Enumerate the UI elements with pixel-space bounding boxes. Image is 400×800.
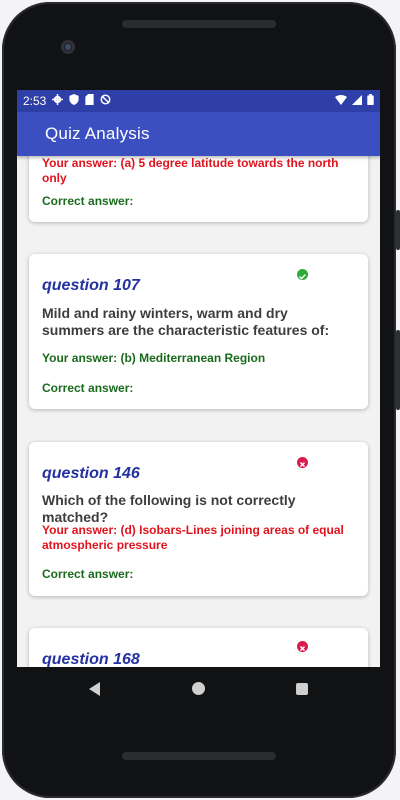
question-number: question 107	[42, 277, 140, 294]
check-circle-icon	[297, 269, 308, 280]
signal-icon	[352, 94, 362, 108]
top-speaker	[122, 20, 276, 28]
battery-icon	[367, 94, 374, 108]
recents-button[interactable]	[296, 683, 308, 695]
status-right-icons	[335, 94, 374, 108]
status-bar: 2:53	[17, 90, 380, 112]
question-card: Your answer: (a) 5 degree latitude towar…	[29, 156, 368, 222]
app-bar: Quiz Analysis	[17, 112, 380, 156]
quiz-list[interactable]: Your answer: (a) 5 degree latitude towar…	[17, 156, 380, 667]
app-title: Quiz Analysis	[45, 124, 150, 143]
wifi-icon	[335, 94, 347, 108]
status-time: 2:53	[23, 94, 47, 108]
sync-off-icon	[100, 94, 111, 108]
power-button	[396, 330, 400, 410]
gear-icon	[52, 94, 64, 108]
phone-frame: 2:53 Quiz Analysis Your answer: (a) 5 de…	[0, 0, 400, 800]
volume-up-button	[396, 210, 400, 250]
question-card: question 146 Which of the following is n…	[29, 442, 368, 596]
your-answer: Your answer: (a) 5 degree latitude towar…	[42, 156, 339, 185]
correct-answer-label: Correct answer:	[42, 194, 134, 208]
screen: 2:53 Quiz Analysis Your answer: (a) 5 de…	[17, 90, 380, 667]
question-card: question 107 Mild and rainy winters, war…	[29, 254, 368, 409]
error-circle-icon	[297, 457, 308, 468]
correct-answer-label: Correct answer:	[42, 381, 134, 395]
correct-answer-label: Correct answer:	[42, 567, 134, 581]
home-button[interactable]	[192, 682, 205, 695]
shield-icon	[69, 94, 79, 108]
bottom-speaker	[122, 752, 276, 760]
error-circle-icon	[297, 641, 308, 652]
question-text: Which of the following is not correctly …	[42, 492, 296, 525]
your-answer: Your answer: (d) Isobars-Lines joining a…	[42, 523, 344, 552]
question-text: Mild and rainy winters, warm and dry sum…	[42, 305, 330, 338]
front-camera	[61, 40, 75, 54]
your-answer: Your answer: (b) Mediterranean Region	[42, 351, 266, 365]
question-card: question 168	[29, 628, 368, 667]
question-number: question 146	[42, 465, 140, 482]
question-number: question 168	[42, 651, 140, 667]
sd-card-icon	[85, 94, 94, 108]
navigation-bar	[17, 667, 380, 711]
back-button[interactable]	[89, 682, 100, 696]
